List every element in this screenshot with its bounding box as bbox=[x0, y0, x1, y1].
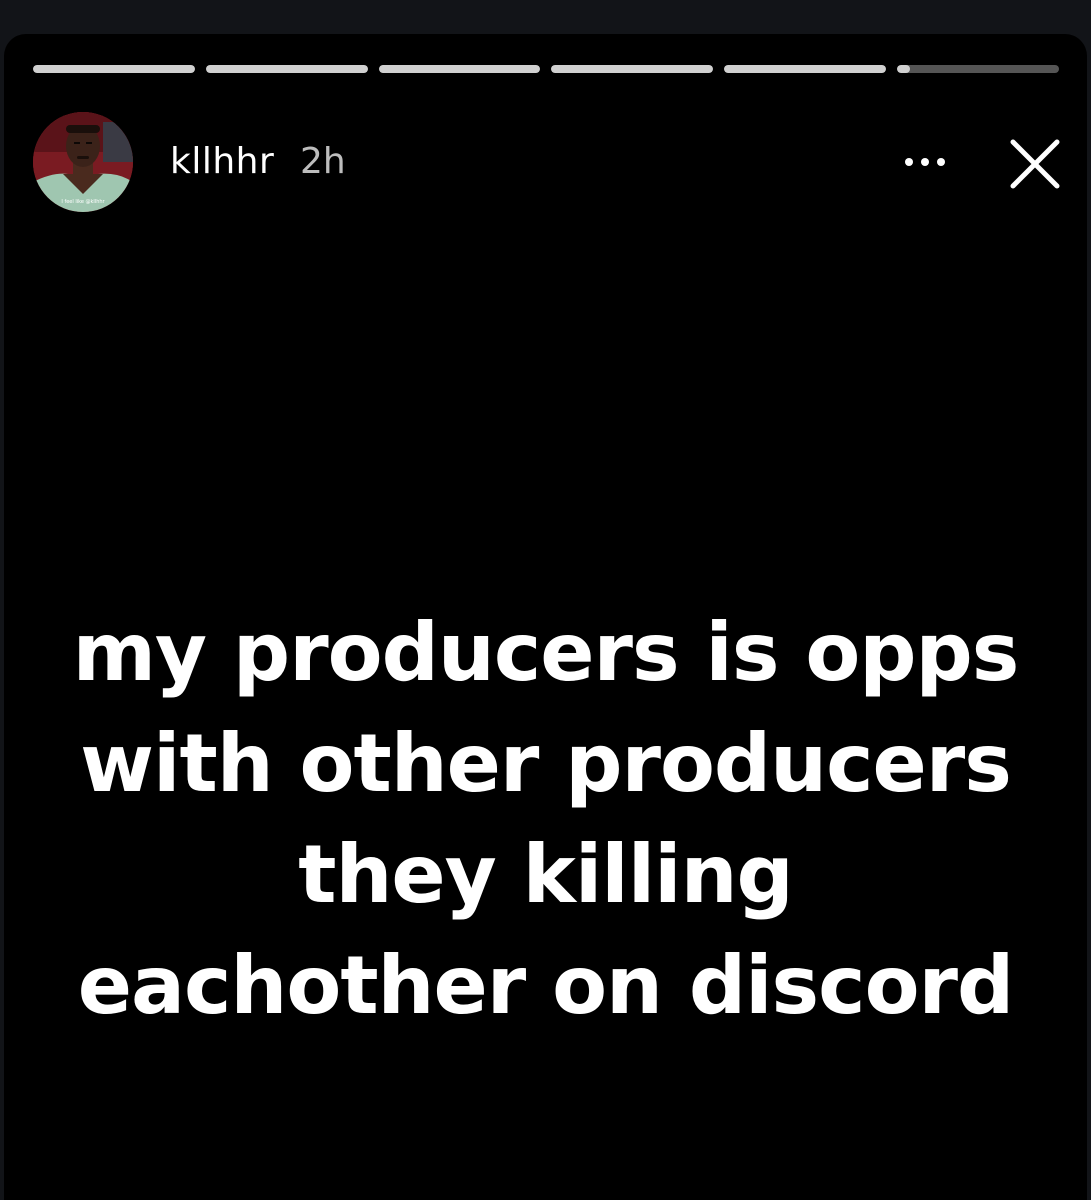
story-progress-bar bbox=[33, 65, 1059, 73]
story-caption: my producers is opps with other producer… bbox=[4, 597, 1087, 1041]
avatar[interactable]: I feel like @kllhhr bbox=[33, 112, 133, 212]
caption-line: with other producers bbox=[80, 717, 1012, 810]
progress-fill bbox=[33, 65, 195, 73]
progress-segment bbox=[378, 65, 541, 73]
close-icon bbox=[1010, 139, 1060, 189]
caption-line: they killing bbox=[298, 828, 794, 921]
caption-line: my producers is opps bbox=[72, 606, 1020, 699]
progress-fill bbox=[897, 65, 911, 73]
avatar-caption: I feel like @kllhhr bbox=[61, 199, 105, 205]
close-button[interactable] bbox=[1003, 132, 1067, 196]
story-timestamp: 2h bbox=[300, 141, 346, 182]
progress-segment bbox=[897, 65, 1059, 73]
avatar-image: I feel like @kllhhr bbox=[33, 112, 133, 212]
screen: I feel like @kllhhr kllhhr 2h my produce… bbox=[0, 0, 1091, 1200]
progress-fill bbox=[724, 65, 887, 73]
progress-fill bbox=[205, 65, 368, 73]
progress-segment bbox=[551, 65, 714, 73]
story-username[interactable]: kllhhr bbox=[170, 141, 274, 182]
progress-segment bbox=[33, 65, 195, 73]
progress-fill bbox=[551, 65, 714, 73]
caption-line: eachother on discord bbox=[77, 939, 1015, 1032]
more-dots-icon bbox=[905, 158, 945, 166]
progress-segment bbox=[724, 65, 887, 73]
progress-fill bbox=[378, 65, 541, 73]
story-viewer[interactable]: I feel like @kllhhr kllhhr 2h my produce… bbox=[4, 34, 1087, 1200]
progress-segment bbox=[205, 65, 368, 73]
story-header: I feel like @kllhhr kllhhr 2h bbox=[33, 112, 1063, 214]
more-options-button[interactable] bbox=[899, 144, 951, 180]
